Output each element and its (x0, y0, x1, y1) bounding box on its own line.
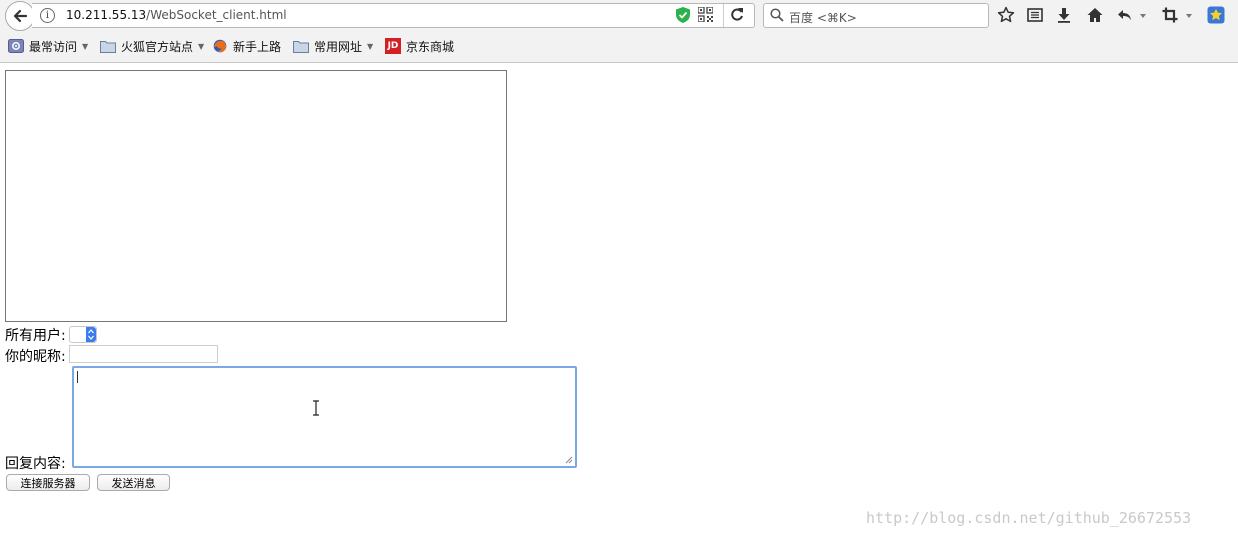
firefox-icon (213, 39, 227, 53)
folder-icon (293, 41, 309, 53)
search-placeholder: 百度 <⌘K> (789, 11, 857, 25)
nickname-input[interactable] (69, 345, 218, 363)
bookmark-most-visited[interactable]: 最常访问 ▼ (8, 38, 88, 54)
bookmark-common-sites[interactable]: 常用网址 ▼ (293, 38, 373, 54)
crop-icon[interactable] (1161, 6, 1179, 24)
shield-icon[interactable] (676, 7, 690, 23)
url-bar[interactable]: i 10.211.55.13/WebSocket_client.html (32, 3, 755, 28)
chevron-down-icon: ▼ (198, 41, 205, 51)
nickname-label: 你的昵称: (5, 349, 66, 365)
undo-icon[interactable] (1116, 6, 1134, 24)
send-message-button[interactable]: 发送消息 (97, 474, 170, 491)
reload-icon[interactable] (730, 7, 744, 22)
url-bar-separator (723, 4, 724, 27)
url-path: /WebSocket_client.html (146, 8, 287, 22)
star-icon[interactable] (997, 6, 1015, 24)
chevron-down-icon[interactable] (1138, 6, 1148, 24)
select-arrows-icon (86, 327, 96, 342)
connect-server-button[interactable]: 连接服务器 (6, 474, 90, 491)
arrow-left-icon (13, 9, 28, 23)
reading-list-icon[interactable] (1026, 6, 1044, 24)
bookmark-label: 新手上路 (233, 39, 282, 54)
search-bar[interactable]: 百度 <⌘K> (763, 3, 989, 28)
text-cursor-ibeam-icon (313, 400, 319, 416)
chat-history-box[interactable] (5, 70, 507, 322)
bookmark-label: 火狐官方站点 (121, 39, 194, 54)
bookmarks-toolbar: 最常访问 ▼ 火狐官方站点 ▼ 新手上路 常用网址 ▼ JD 京东商城 (0, 32, 1238, 60)
download-icon[interactable] (1055, 6, 1073, 24)
home-icon[interactable] (1086, 6, 1104, 24)
folder-icon (100, 41, 116, 53)
info-icon[interactable]: i (40, 8, 55, 23)
back-button[interactable] (5, 1, 35, 31)
all-users-label: 所有用户: (5, 328, 66, 344)
reply-textarea[interactable] (72, 366, 577, 468)
bookmark-firefox-official[interactable]: 火狐官方站点 ▼ (100, 38, 204, 54)
reply-label: 回复内容: (5, 456, 66, 472)
watermark: http://blog.csdn.net/github_26672553 (866, 509, 1192, 527)
bookmark-label: 常用网址 (314, 39, 363, 54)
user-select[interactable] (69, 326, 97, 343)
browser-chrome: i 10.211.55.13/WebSocket_client.html 百度 … (0, 0, 1238, 63)
bookmark-getting-started[interactable]: 新手上路 (212, 38, 281, 54)
url-text[interactable]: 10.211.55.13/WebSocket_client.html (66, 8, 287, 22)
jd-logo-icon: JD (385, 38, 401, 54)
chevron-down-icon: ▼ (367, 41, 374, 51)
url-host: 10.211.55.13 (66, 8, 147, 22)
resize-grip-icon[interactable] (565, 456, 573, 464)
text-cursor (77, 371, 78, 383)
extension-star-icon[interactable] (1207, 6, 1225, 24)
chevron-down-icon: ▼ (82, 41, 89, 51)
gear-icon (8, 39, 24, 53)
bookmark-jd[interactable]: JD 京东商城 (385, 38, 454, 54)
bookmark-label: 京东商城 (406, 39, 455, 54)
chevron-down-icon[interactable] (1184, 6, 1194, 24)
bookmark-label: 最常访问 (29, 39, 78, 54)
search-icon (770, 8, 784, 22)
navigation-toolbar: i 10.211.55.13/WebSocket_client.html 百度 … (0, 0, 1238, 31)
qr-code-icon[interactable] (698, 7, 713, 22)
